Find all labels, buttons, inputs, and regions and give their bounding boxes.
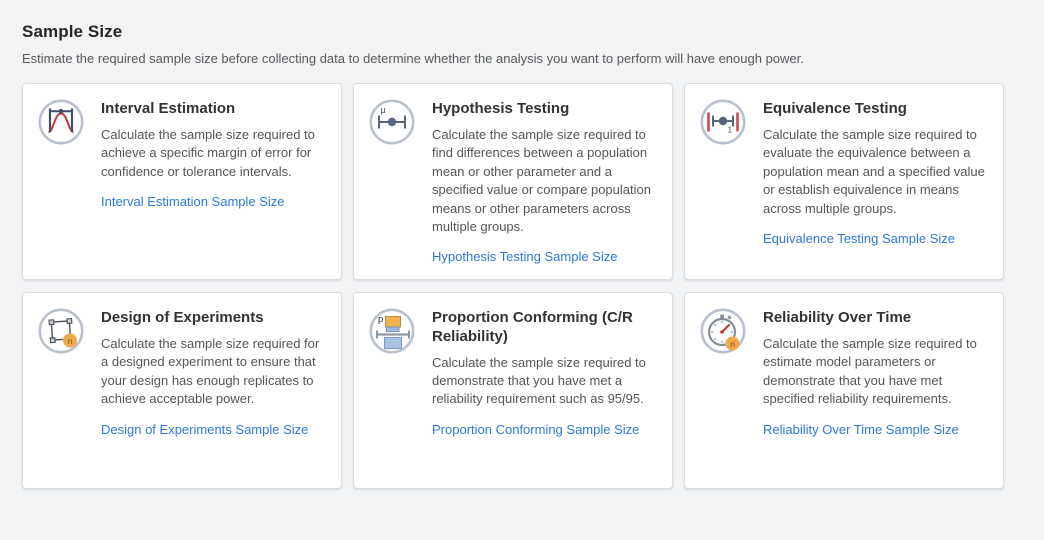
card-title: Design of Experiments [101, 309, 327, 328]
card-design-of-experiments: n Design of Experiments Calculate the sa… [22, 292, 342, 489]
svg-text:p: p [378, 314, 383, 325]
svg-text:n: n [730, 339, 735, 349]
design-of-experiments-icon: n [37, 307, 85, 355]
card-description: Calculate the sample size required to de… [432, 354, 658, 409]
card-interval-estimation: Interval Estimation Calculate the sample… [22, 83, 342, 280]
card-equivalence-testing: 1 Equivalence Testing Calculate the samp… [684, 83, 1004, 280]
card-reliability-over-time: n Reliability Over Time Calculate the sa… [684, 292, 1004, 489]
interval-estimation-link[interactable]: Interval Estimation Sample Size [101, 194, 285, 209]
proportion-conforming-icon: p [368, 307, 416, 355]
card-hypothesis-testing: μ Hypothesis Testing Calculate the sampl… [353, 83, 673, 280]
interval-estimation-icon [37, 98, 85, 146]
card-title: Hypothesis Testing [432, 100, 658, 119]
card-description: Calculate the sample size required to fi… [432, 126, 658, 237]
card-description: Calculate the sample size required to ev… [763, 126, 989, 218]
design-of-experiments-link[interactable]: Design of Experiments Sample Size [101, 422, 308, 437]
equivalence-testing-link[interactable]: Equivalence Testing Sample Size [763, 231, 955, 246]
card-grid: Interval Estimation Calculate the sample… [22, 83, 1044, 489]
card-title: Equivalence Testing [763, 100, 989, 119]
reliability-over-time-link[interactable]: Reliability Over Time Sample Size [763, 422, 959, 437]
page-title: Sample Size [22, 22, 1044, 42]
svg-text:μ: μ [381, 105, 386, 115]
equivalence-testing-icon: 1 [699, 98, 747, 146]
card-proportion-conforming: p Proportion Conforming (C/R Reliability… [353, 292, 673, 489]
card-description: Calculate the sample size required for a… [101, 335, 327, 409]
card-title: Proportion Conforming (C/R Reliability) [432, 309, 658, 347]
card-description: Calculate the sample size required to ac… [101, 126, 327, 181]
card-description: Calculate the sample size required to es… [763, 335, 989, 409]
hypothesis-testing-icon: μ [368, 98, 416, 146]
svg-text:n: n [68, 336, 73, 346]
page-subtitle: Estimate the required sample size before… [22, 51, 1044, 66]
card-title: Reliability Over Time [763, 309, 989, 328]
svg-text:1: 1 [728, 125, 733, 135]
reliability-over-time-icon: n [699, 307, 747, 355]
sample-size-page: Sample Size Estimate the required sample… [0, 0, 1044, 489]
hypothesis-testing-link[interactable]: Hypothesis Testing Sample Size [432, 249, 617, 264]
proportion-conforming-link[interactable]: Proportion Conforming Sample Size [432, 422, 639, 437]
card-title: Interval Estimation [101, 100, 327, 119]
